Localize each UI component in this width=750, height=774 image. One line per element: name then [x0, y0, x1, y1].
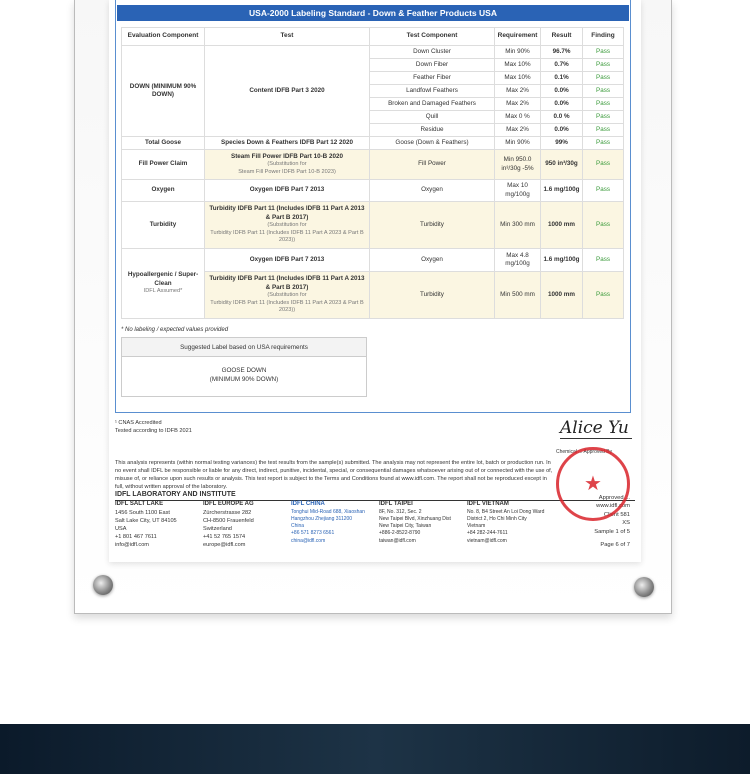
disclaimer: This analysis represents (within normal … — [115, 460, 553, 491]
table-header: Evaluation Component Test Test Component… — [121, 27, 624, 46]
signature: Alice Yu — [560, 418, 632, 439]
results-table: Evaluation Component Test Test Component… — [121, 27, 624, 319]
footnote: * No labeling / expected values provided — [121, 327, 229, 333]
office-europe: IDFL EUROPE AG Zürcherstrasse 282 CH-8500 … — [203, 501, 254, 549]
table-row: Total Goose Species Down & Feathers IDFB … — [121, 136, 624, 150]
table-row: Hypoallergenic / Super-Clean IDFL Assumed… — [121, 248, 624, 319]
office-salt-lake: IDFL SALT LAKE 1456 South 1100 East Salt L… — [115, 501, 177, 549]
office-taipei: IDFL TAIPEI 8F, No. 312, Sec. 2 New Taipei… — [379, 501, 451, 544]
lab-seal-stamp: ★ — [556, 447, 630, 521]
office-vietnam: IDFL VIETNAM No. 8, B4 Street An Loi Dong… — [467, 501, 545, 544]
accreditation: ¹ CNAS Accredited Tested according to IDF… — [115, 420, 192, 435]
screw-icon — [634, 577, 654, 597]
table-row: Turbidity Turbidity IDFB Part 11 (Includ… — [121, 201, 624, 249]
table-row: DOWN (MINIMUM 90% DOWN) Content IDFB Part… — [121, 45, 624, 137]
dark-banner — [0, 724, 750, 774]
suggested-label-box: Suggested Label based on USA requirement… — [121, 337, 367, 397]
report-title: USA-2000 Labeling Standard - Down & Feat… — [117, 5, 629, 21]
screw-icon — [93, 575, 113, 595]
table-row: Fill Power Claim Steam Fill Power IDFB P… — [121, 149, 624, 180]
office-china: IDFL CHINA Tonghui Mid-Road 688, Xiaoshan… — [291, 501, 365, 544]
table-row: Oxygen Oxygen IDFB Part 7 2013 Oxygen Max 1… — [121, 179, 624, 202]
